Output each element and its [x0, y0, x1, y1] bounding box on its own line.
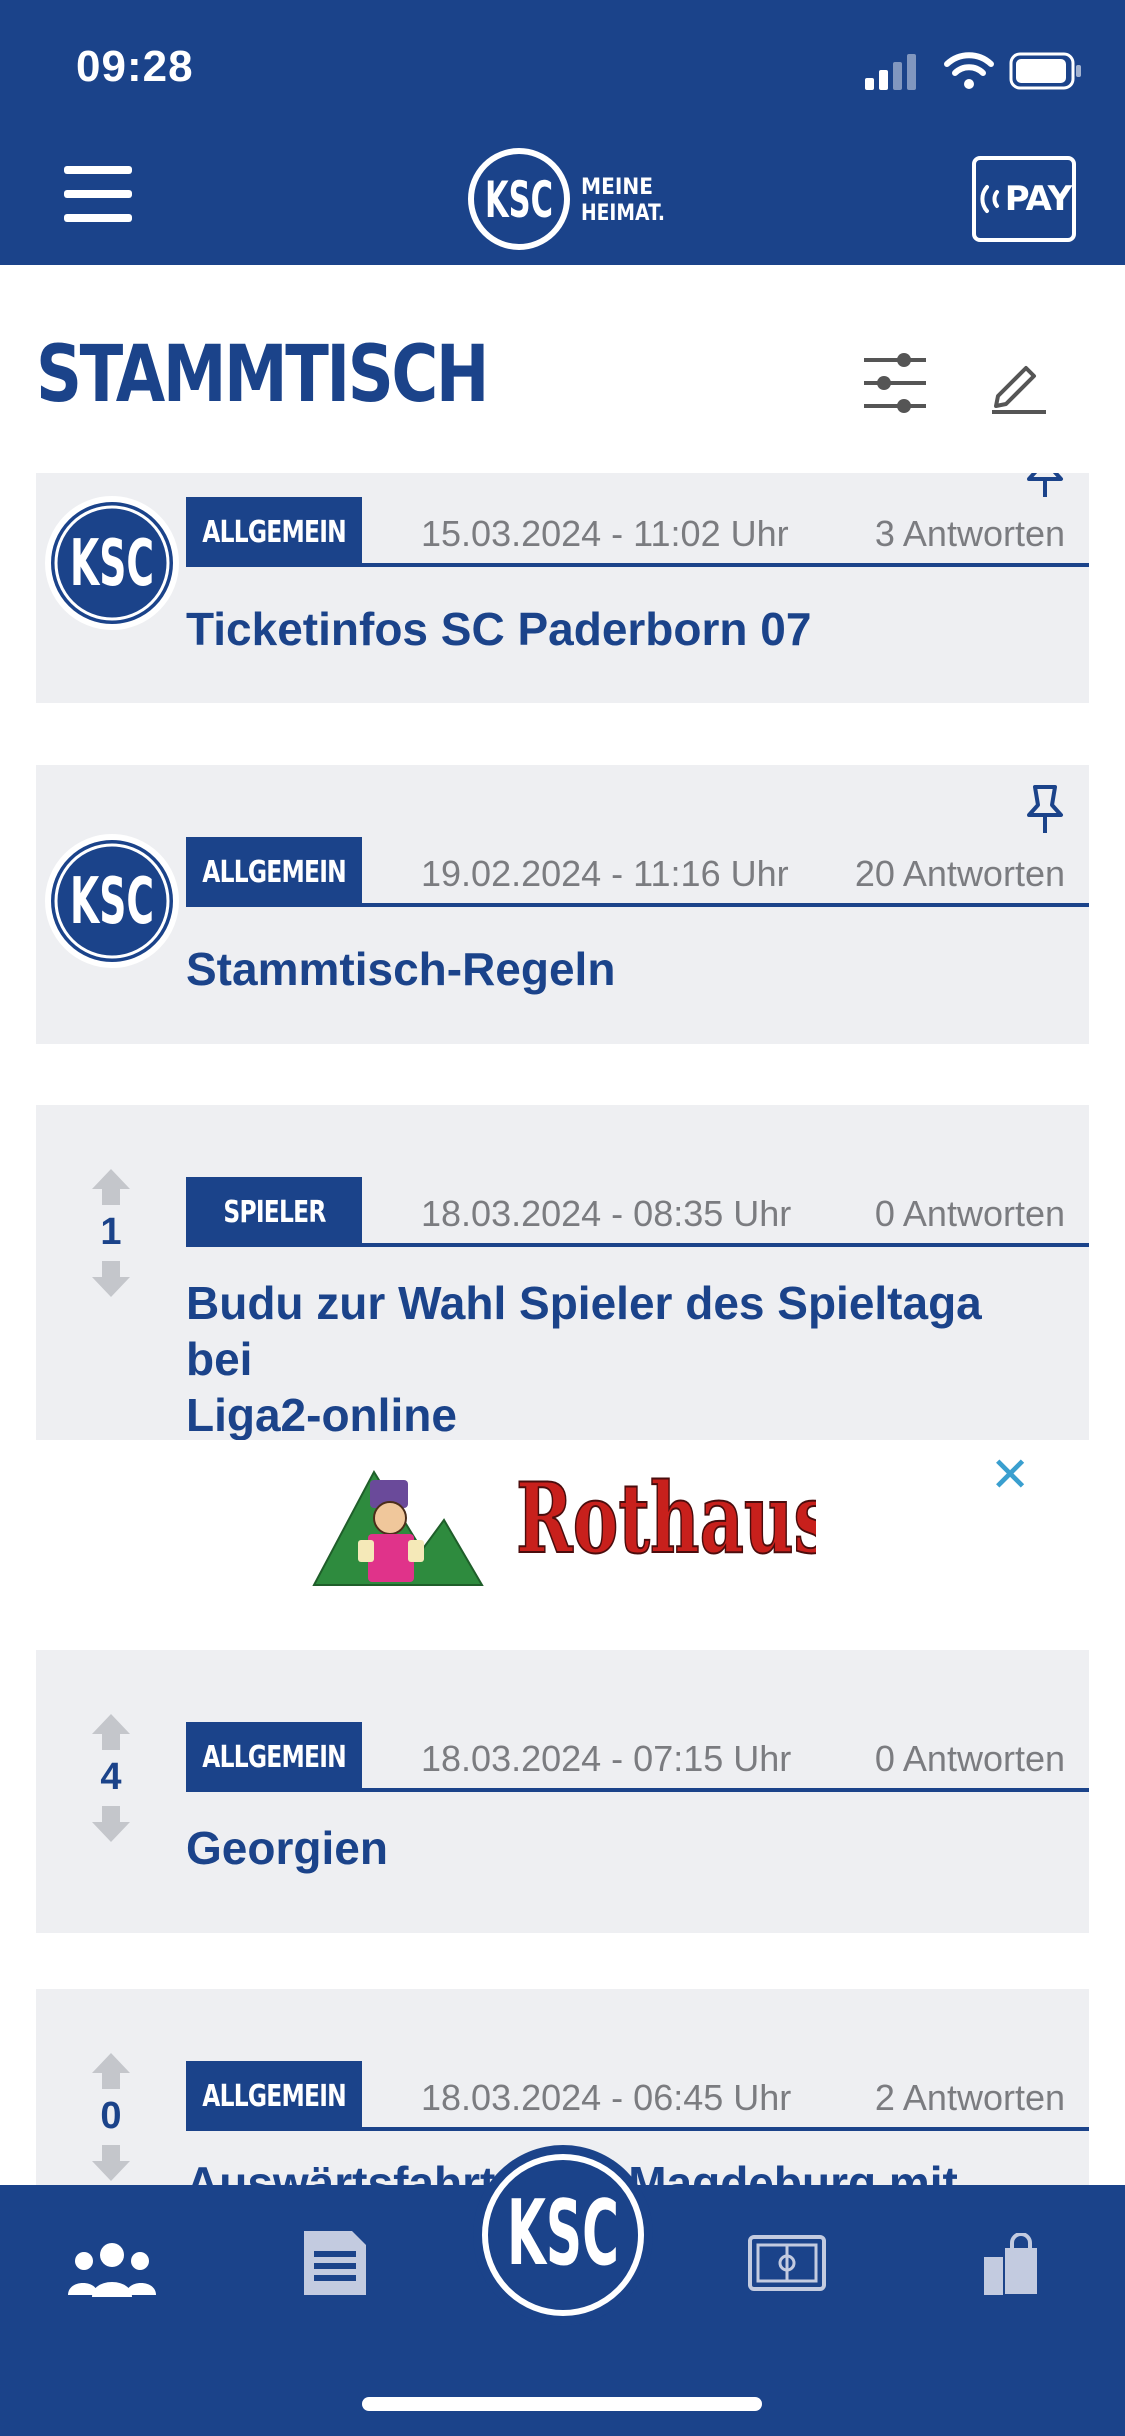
reply-count: 3 Antworten	[874, 513, 1065, 554]
post-title[interactable]: Georgien	[186, 1820, 1039, 1876]
upvote-arrow-icon[interactable]	[90, 1712, 132, 1752]
post-card[interactable]: 1 SPIELER 18.03.2024 - 08:35 Uhr 0 Antwo…	[36, 1105, 1089, 1441]
category-badge[interactable]: ALLGEMEIN	[186, 837, 362, 907]
status-time: 09:28	[76, 42, 194, 91]
reply-count: 2 Antworten	[874, 2077, 1065, 2118]
sliders-filter-icon[interactable]	[862, 350, 928, 416]
hamburger-menu-icon[interactable]	[64, 166, 132, 222]
category-badge[interactable]: ALLGEMEIN	[186, 2061, 362, 2131]
post-meta: SPIELER 18.03.2024 - 08:35 Uhr 0 Antwort…	[186, 1177, 1089, 1247]
vote-count: 0	[100, 2095, 122, 2137]
rothaus-ad-logo[interactable]: Rothaus	[312, 1440, 816, 1590]
post-feed[interactable]: KSC ALLGEMEIN 15.03.2024 - 11:02 Uhr 3 A…	[0, 473, 1125, 2185]
pencil-edit-icon[interactable]	[990, 356, 1048, 414]
shop-icon[interactable]	[982, 2233, 1040, 2297]
post-title[interactable]: Stammtisch-Regeln	[186, 941, 1039, 997]
contactless-pay-icon	[980, 185, 999, 213]
vote-count: 4	[100, 1756, 122, 1798]
community-icon[interactable]	[66, 2239, 158, 2299]
post-meta: ALLGEMEIN 15.03.2024 - 11:02 Uhr 3 Antwo…	[186, 497, 1089, 567]
post-title[interactable]: Ticketinfos SC Paderborn 07	[186, 601, 1039, 657]
upvote-arrow-icon[interactable]	[90, 1167, 132, 1207]
status-icons	[865, 52, 1081, 90]
page-title: STAMMTISCH	[36, 330, 489, 420]
reply-count: 20 Antworten	[854, 853, 1065, 894]
ksc-brand-logo[interactable]: KSC MEINE HEIMAT.	[465, 146, 670, 252]
center-logo-text: KSC	[507, 2181, 619, 2286]
post-meta: ALLGEMEIN 19.02.2024 - 11:16 Uhr 20 Antw…	[186, 837, 1089, 907]
category-badge[interactable]: ALLGEMEIN	[186, 1722, 362, 1792]
vote-control: 4	[88, 1712, 134, 1844]
vote-control: 0	[88, 2051, 134, 2183]
post-date: 18.03.2024 - 06:45 Uhr	[421, 2077, 792, 2118]
post-meta: ALLGEMEIN 18.03.2024 - 07:15 Uhr 0 Antwo…	[186, 1722, 1089, 1792]
avatar-text: KSC	[70, 527, 154, 601]
post-date: 18.03.2024 - 07:15 Uhr	[421, 1738, 792, 1779]
post-title-line: Budu zur Wahl Spieler des Spieltaga bei	[186, 1277, 982, 1385]
stadium-icon[interactable]	[748, 2235, 826, 2291]
avatar: KSC	[45, 834, 179, 968]
ksc-home-logo[interactable]: KSC	[470, 2142, 656, 2328]
downvote-arrow-icon[interactable]	[90, 1804, 132, 1844]
brand-tagline-line1: MEINE	[581, 175, 653, 200]
pay-button[interactable]: PAY	[972, 156, 1076, 242]
vote-control: 1	[88, 1167, 134, 1299]
post-card[interactable]: KSC ALLGEMEIN 15.03.2024 - 11:02 Uhr 3 A…	[36, 473, 1089, 703]
vote-count: 1	[100, 1211, 122, 1253]
category-badge[interactable]: ALLGEMEIN	[186, 497, 362, 567]
post-title-line: Liga2-online	[186, 1389, 457, 1441]
post-date: 18.03.2024 - 08:35 Uhr	[421, 1193, 792, 1234]
pay-label: PAY	[1004, 179, 1072, 219]
category-badge[interactable]: SPIELER	[186, 1177, 362, 1247]
post-card[interactable]: KSC ALLGEMEIN 19.02.2024 - 11:16 Uhr 20 …	[36, 765, 1089, 1044]
downvote-arrow-icon[interactable]	[90, 1259, 132, 1299]
reply-count: 0 Antworten	[874, 1193, 1065, 1234]
upvote-arrow-icon[interactable]	[90, 2051, 132, 2091]
post-date: 19.02.2024 - 11:16 Uhr	[421, 853, 789, 894]
post-card[interactable]: 4 ALLGEMEIN 18.03.2024 - 07:15 Uhr 0 Ant…	[36, 1650, 1089, 1933]
post-meta: ALLGEMEIN 18.03.2024 - 06:45 Uhr 2 Antwo…	[186, 2061, 1089, 2131]
close-ad-button[interactable]: ✕	[990, 1452, 1030, 1500]
post-date: 15.03.2024 - 11:02 Uhr	[421, 513, 789, 554]
pin-icon	[1027, 473, 1063, 497]
avatar-text: KSC	[70, 865, 154, 939]
reply-count: 0 Antworten	[874, 1738, 1065, 1779]
pin-icon	[1027, 785, 1063, 833]
news-icon[interactable]	[302, 2229, 368, 2297]
ad-banner[interactable]: Rothaus	[0, 1440, 1125, 1647]
avatar: KSC	[45, 496, 179, 630]
downvote-arrow-icon[interactable]	[90, 2143, 132, 2183]
app-header: 09:28 KSC MEINE HEIMAT. PAY	[0, 0, 1125, 265]
ad-brand-text: Rothaus	[516, 1462, 816, 1575]
home-indicator[interactable]	[362, 2397, 762, 2411]
brand-tagline-line2: HEIMAT.	[581, 201, 665, 226]
brand-logo-text: KSC	[485, 171, 553, 229]
post-title[interactable]: Budu zur Wahl Spieler des Spieltaga bei …	[186, 1275, 1039, 1443]
